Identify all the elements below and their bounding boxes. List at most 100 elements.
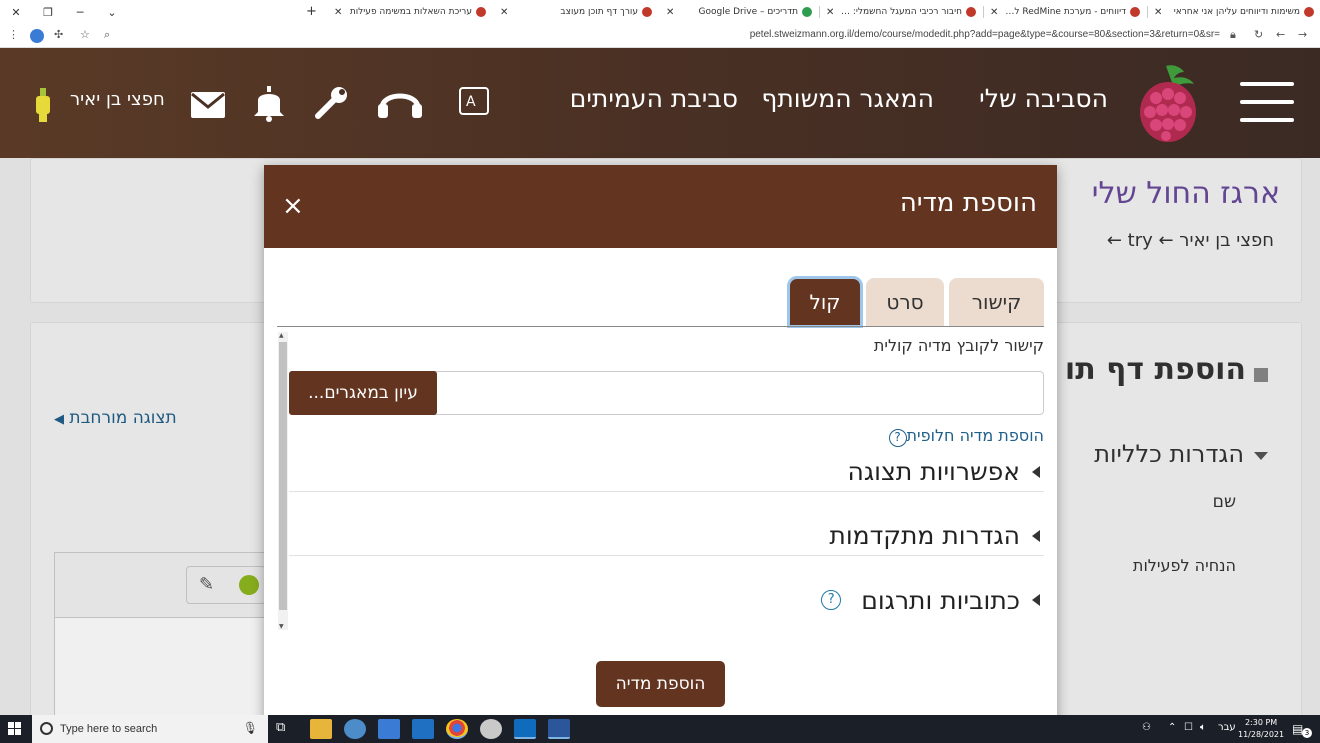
microphone-icon[interactable]: 🎙︎ xyxy=(243,721,258,735)
language-indicator[interactable]: עבר xyxy=(1218,722,1236,733)
tab-favicon-icon xyxy=(1304,7,1314,17)
caret-left-icon xyxy=(1032,529,1040,542)
caret-left-icon xyxy=(1032,594,1040,606)
section-label: הגדרות מתקדמות xyxy=(829,521,1020,550)
nav-peers-environment[interactable]: סביבת העמיתים xyxy=(570,84,738,113)
windows-taskbar: Type here to search 🎙︎ ⧉ ⚇ ⌃ ☐ 🔈︎ עבר 2:… xyxy=(0,715,1320,743)
taskbar-search[interactable]: Type here to search 🎙︎ xyxy=(32,715,268,743)
user-avatar-icon[interactable] xyxy=(32,86,54,135)
address-bar: ⋮ ✣ ☆ ⌕ petel.stweizmann.org.il/demo/cou… xyxy=(0,24,1320,48)
tab-favicon-icon xyxy=(476,7,486,17)
lock-icon: 🔒︎ xyxy=(1230,28,1236,41)
store-icon[interactable] xyxy=(378,719,400,739)
search-circle-icon xyxy=(40,722,53,735)
nav-my-environment[interactable]: הסביבה שלי xyxy=(979,84,1108,113)
wrench-icon[interactable] xyxy=(314,84,350,129)
extensions-icon[interactable]: ✣ xyxy=(54,28,63,41)
mail-icon[interactable] xyxy=(412,719,434,739)
help-icon[interactable]: ? xyxy=(821,590,842,610)
browser-tab[interactable]: חיבור רכיבי המעגל החשמלי: סקי ✕ xyxy=(820,0,982,24)
tray-arrow-icon[interactable]: ⌃ xyxy=(1168,722,1176,733)
raspberry-logo-icon[interactable] xyxy=(1136,62,1200,144)
clock-time: 2:30 PM xyxy=(1244,718,1278,727)
tab-close-icon[interactable]: ✕ xyxy=(826,7,834,18)
search-icon[interactable]: ⌕ xyxy=(104,28,110,42)
site-header: הסביבה שלי המאגר המשותף סביבת העמיתים A … xyxy=(0,48,1320,158)
tab-title: תדריכים – Google Drive xyxy=(698,7,798,17)
browser-tab[interactable]: עריכת השאלות במשימה פעילות ✕ xyxy=(328,0,492,24)
tab-close-icon[interactable]: ✕ xyxy=(334,7,342,18)
windows-start-icon[interactable] xyxy=(8,722,22,736)
forward-icon[interactable]: → xyxy=(1298,28,1307,41)
tab-title: חיבור רכיבי המעגל החשמלי: סקי xyxy=(840,7,962,17)
back-icon[interactable]: ← xyxy=(1276,28,1285,41)
tab-close-icon[interactable]: ✕ xyxy=(500,7,508,18)
volume-icon[interactable]: 🔈︎ xyxy=(1200,722,1206,733)
chrome-icon[interactable] xyxy=(446,719,468,739)
tab-video[interactable]: סרט xyxy=(866,278,944,326)
person-icon[interactable]: ⚇ xyxy=(1142,722,1151,733)
taskbar-clock[interactable]: 2:30 PM 11/28/2021 xyxy=(1238,717,1284,741)
notifications-bell-icon[interactable] xyxy=(252,82,286,131)
translate-icon[interactable]: A xyxy=(458,84,492,126)
caret-left-icon xyxy=(1032,465,1040,478)
edge-browser-icon[interactable] xyxy=(344,719,366,739)
network-icon[interactable]: ☐ xyxy=(1184,722,1193,733)
tab-favicon-icon xyxy=(1130,7,1140,17)
dialog-scrollbar[interactable]: ▲ ▼ xyxy=(278,332,288,630)
tab-close-icon[interactable]: ✕ xyxy=(666,7,674,18)
tab-close-icon[interactable]: ✕ xyxy=(1154,7,1162,18)
clock-date: 11/28/2021 xyxy=(1238,730,1285,739)
notification-count-badge: 3 xyxy=(1302,728,1312,738)
bookmark-star-icon[interactable]: ☆ xyxy=(80,28,90,41)
tab-close-icon[interactable]: ✕ xyxy=(990,7,998,18)
tab-favicon-icon xyxy=(802,7,812,17)
word-icon[interactable] xyxy=(548,719,570,739)
tab-audio[interactable]: קול xyxy=(787,276,863,328)
browser-tab[interactable]: תדריכים – Google Drive ✕ xyxy=(660,0,818,24)
advanced-settings-section[interactable]: הגדרות מתקדמות xyxy=(289,516,1044,556)
support-headset-icon[interactable] xyxy=(376,82,424,131)
browser-tabstrip: ✕ ❐ ─ ⌄ + משימות ודיווחים עליהן אני אחרא… xyxy=(0,0,1320,24)
minimize-window-icon[interactable]: ─ xyxy=(64,6,96,19)
add-alternative-media-link[interactable]: הוספת מדיה חלופית? xyxy=(887,426,1045,447)
display-options-section[interactable]: אפשרויות תצוגה xyxy=(289,452,1044,492)
outlook-icon[interactable] xyxy=(514,719,536,739)
section-label: אפשרויות תצוגה xyxy=(847,457,1020,486)
profile-icon[interactable] xyxy=(30,29,44,43)
scrollbar-thumb[interactable] xyxy=(279,342,287,610)
browser-tab[interactable]: משימות ודיווחים עליהן אני אחראי ✕ xyxy=(1148,0,1320,24)
new-tab-icon[interactable]: + xyxy=(306,4,317,19)
subtitles-section[interactable]: כתוביות ותרגום ? xyxy=(289,580,1044,620)
file-explorer-icon[interactable] xyxy=(310,719,332,739)
user-name[interactable]: חפצי בן יאיר xyxy=(70,89,165,110)
tab-link[interactable]: קישור xyxy=(949,278,1044,326)
tab-title: משימות ודיווחים עליהן אני אחראי xyxy=(1173,7,1300,17)
tab-list-icon[interactable]: ⌄ xyxy=(96,6,128,19)
browse-repositories-button[interactable]: עיון במאגרים... xyxy=(289,371,437,415)
scroll-down-icon[interactable]: ▼ xyxy=(279,623,284,630)
nav-shared-repository[interactable]: המאגר המשותף xyxy=(761,84,934,113)
menu-dots-icon[interactable]: ⋮ xyxy=(8,28,19,41)
tab-divider xyxy=(277,326,1044,327)
help-icon[interactable]: ? xyxy=(888,429,907,447)
messages-envelope-icon[interactable] xyxy=(190,88,226,128)
reload-icon[interactable]: ↻ xyxy=(1254,28,1263,41)
add-media-button[interactable]: הוספת מדיה xyxy=(596,661,725,707)
tab-favicon-icon xyxy=(642,7,652,17)
paint-icon[interactable] xyxy=(480,719,502,739)
task-view-icon[interactable]: ⧉ xyxy=(276,720,298,740)
hamburger-menu-icon[interactable] xyxy=(1240,82,1294,126)
alt-media-label: הוספת מדיה חלופית xyxy=(906,426,1045,445)
scroll-up-icon[interactable]: ▲ xyxy=(279,332,284,339)
tab-title: עורך דף תוכן מעוצב xyxy=(560,7,638,17)
add-media-dialog: הוספת מדיה × קישור סרט קול ▲ ▼ קישור לקו… xyxy=(264,165,1057,725)
url-field[interactable]: petel.stweizmann.org.il/demo/course/mode… xyxy=(750,29,1220,40)
restore-window-icon[interactable]: ❐ xyxy=(32,6,64,19)
browser-tab-active[interactable]: עורך דף תוכן מעוצב ✕ xyxy=(494,0,658,24)
dialog-title: הוספת מדיה xyxy=(899,188,1037,218)
close-icon[interactable]: × xyxy=(282,191,304,221)
tab-title: דיווחים - מערכת RedMine לניהול xyxy=(1004,7,1126,17)
close-window-icon[interactable]: ✕ xyxy=(0,6,32,19)
browser-tab[interactable]: דיווחים - מערכת RedMine לניהול ✕ xyxy=(984,0,1146,24)
